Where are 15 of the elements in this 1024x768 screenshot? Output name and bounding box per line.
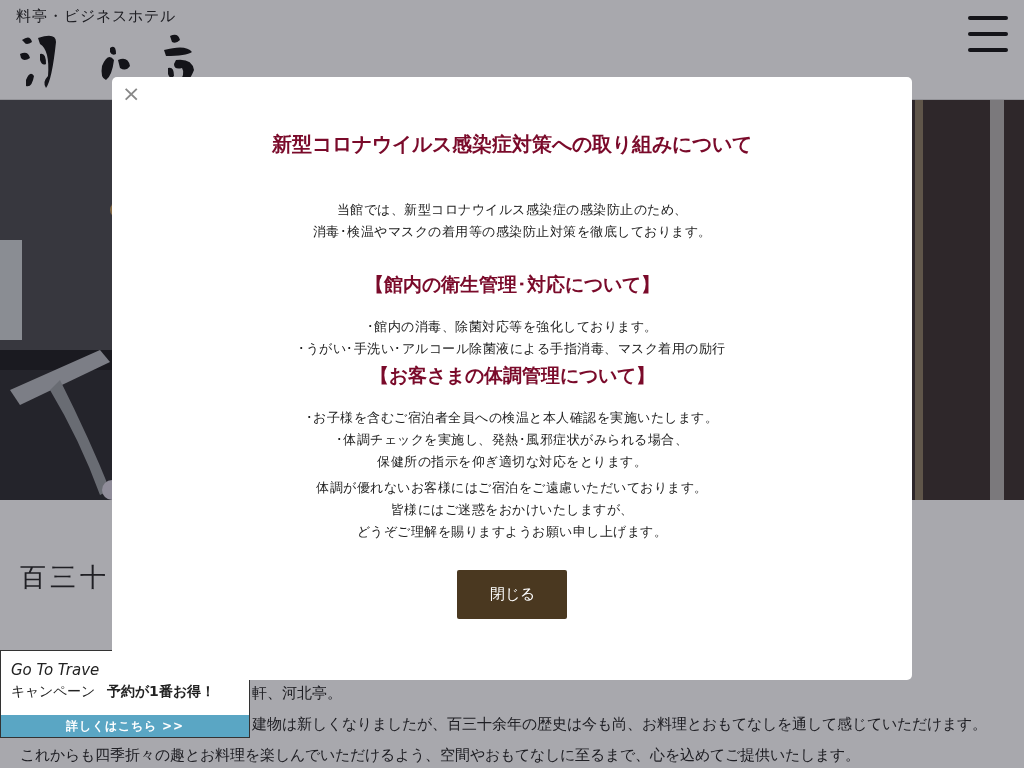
banner-subtitle: キャンペーン <box>11 682 95 700</box>
body-text: 建物は新しくなりましたが、百三十余年の歴史は今も尚、お料理とおもてなしを通して感じていただけます。 <box>252 714 987 735</box>
section-heading: 百三十 <box>20 561 110 594</box>
body-text: これからも四季折々の趣とお料理を楽しんでいただけるよう、空間やおもてなしに至るまで、心を込めてご提供いたします。 <box>20 745 860 766</box>
banner-tagline: 予約が1番お得！ <box>107 682 215 700</box>
logo-tagline: 料亭・ビジネスホテル <box>16 6 177 26</box>
section-heading: 【お客さまの体調管理について】 <box>369 363 655 388</box>
dialog-title: 新型コロナウイルス感染症対策への取り組みについて <box>272 131 752 158</box>
notice-paragraph: 体調が優れないお客様にはご宿泊をご遠慮いただいております。 皆様にはご迷惑をおかけいたしますが、 どうぞご理解を賜りますようお願い申し上げます。 <box>316 479 708 541</box>
body-text: 軒、河北亭。 <box>252 683 342 704</box>
intro-paragraph: 当館では、新型コロナウイルス感染症の感染防止のため、 消毒･検温やマスクの着用等の感染防止対策を徹底しております。 <box>312 201 712 241</box>
section-text: ･館内の消毒、除菌対応等を強化しております。 ･うがい･手洗い･アルコール除菌液による手指消毒、マスク着用の励行 <box>298 318 726 358</box>
banner-title: Go To Trave <box>11 661 101 679</box>
section-heading: 【館内の衛生管理･対応について】 <box>364 272 660 297</box>
section-text: ･お子様を含むご宿泊者全員への検温と本人確認を実施いたします。 ･体調チェックを実施し、発熱･風邪症状がみられる場合、 保健所の指示を仰ぎ適切な対応をとります。 <box>305 409 719 471</box>
